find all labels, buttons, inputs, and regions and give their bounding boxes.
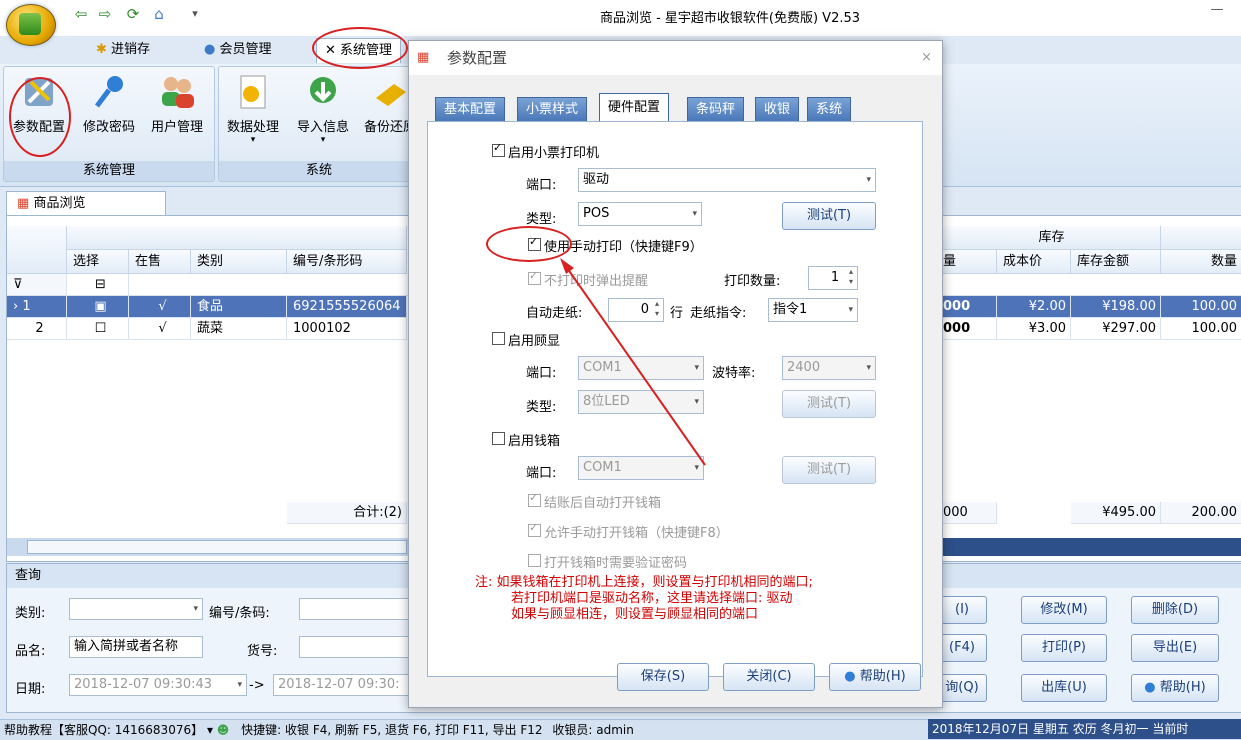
annotation-arrow [560, 258, 706, 466]
